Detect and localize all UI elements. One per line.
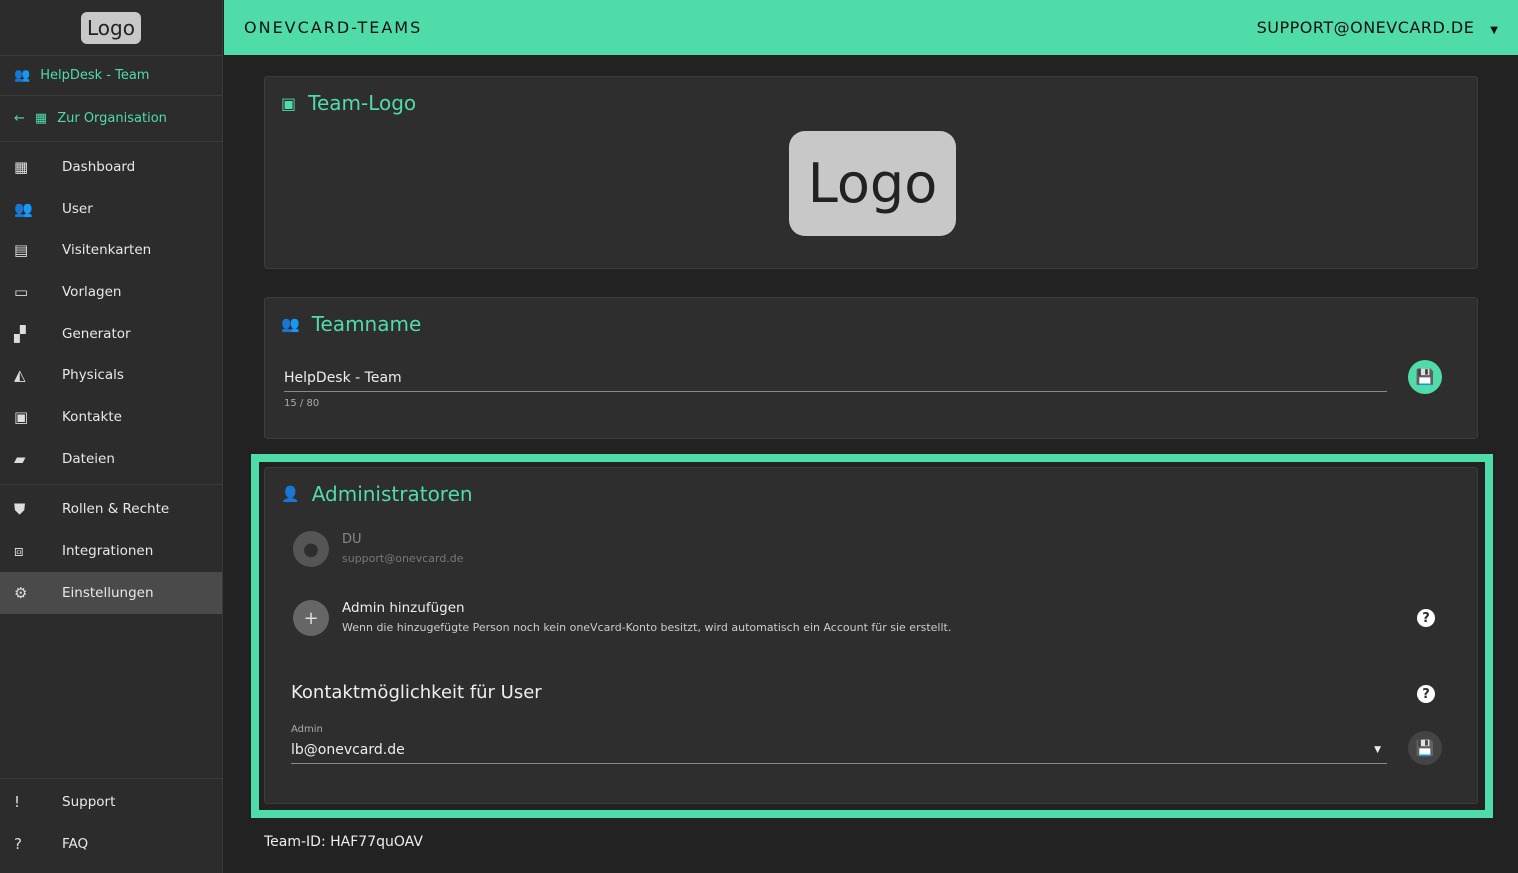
sidebar-item-generator[interactable]: ▞ Generator (0, 313, 222, 355)
label: Einstellungen (62, 584, 154, 601)
sidebar-item-einstellungen[interactable]: ⚙ Einstellungen (0, 571, 222, 614)
caret-down-icon: ▼ (1490, 25, 1498, 36)
team-logo-image[interactable]: Logo (789, 131, 956, 236)
card-title: Teamname (311, 312, 422, 336)
arrow-left-icon: ← (14, 111, 25, 126)
topbar: ONEVCARD-TEAMS SUPPORT@ONEVCARD.DE ▼ (224, 0, 1518, 55)
brand-logo: ONEVCARD-TEAMS (244, 18, 423, 37)
label: Vorlagen (62, 283, 122, 300)
label: Support (62, 794, 116, 811)
label: Kontakte (62, 408, 122, 425)
contacts-icon: ▣ (14, 407, 29, 426)
org-label: Zur Organisation (57, 111, 167, 126)
gear-icon: ⚙ (14, 583, 28, 602)
label: Physicals (62, 367, 124, 384)
sidebar-item-integrationen[interactable]: ⧈ Integrationen (0, 530, 222, 572)
sidebar-item-physicals[interactable]: ◭ Physicals (0, 354, 222, 396)
sidebar-item-rollen[interactable]: ⛊ Rollen & Rechte (0, 489, 222, 531)
team-icon: 👥 (14, 68, 31, 83)
sidebar-item-kontakte[interactable]: ▣ Kontakte (0, 396, 222, 438)
building-icon: ▦ (34, 111, 48, 126)
label: Visitenkarten (62, 242, 152, 259)
shield-icon: ⛊ (14, 500, 26, 519)
cards-icon: ▤ (14, 241, 29, 260)
feedback-icon: ! (14, 793, 21, 812)
template-icon: ▭ (14, 282, 29, 301)
sidebar-item-visitenkarten[interactable]: ▤ Visitenkarten (0, 229, 222, 271)
sidebar-item-faq[interactable]: ? FAQ (0, 823, 222, 865)
label: FAQ (62, 836, 89, 853)
teamname-card: 👥 Teamname HelpDesk - Team 15 / 80 💾 (264, 297, 1478, 439)
team-icon: 👥 (281, 315, 300, 333)
sidebar: Logo 👥 HelpDesk - Team ← ▦ Zur Organisation… (0, 0, 223, 873)
label: Rollen & Rechte (62, 501, 170, 518)
sidebar-item-vorlagen[interactable]: ▭ Vorlagen (0, 271, 222, 313)
label: Dashboard (62, 158, 136, 175)
widgets-icon: ▞ (14, 324, 26, 343)
integration-icon: ⧈ (14, 542, 24, 561)
back-to-organisation[interactable]: ← ▦ Zur Organisation (0, 96, 222, 142)
dashboard-icon: ▦ (14, 157, 29, 176)
help-icon: ? (14, 835, 22, 854)
sidebar-item-user[interactable]: 👥 User (0, 188, 222, 230)
sidebar-item-dateien[interactable]: ▰ Dateien (0, 438, 222, 480)
sidebar-item-dashboard[interactable]: ▦ Dashboard (0, 146, 222, 188)
divider (0, 483, 222, 485)
team-id: Team-ID: HAF77quOAV (264, 834, 423, 850)
teamname-input[interactable]: HelpDesk - Team (284, 370, 1387, 392)
logo: Logo (81, 11, 141, 44)
account-email: SUPPORT@ONEVCARD.DE (1256, 18, 1475, 37)
label: User (62, 200, 93, 217)
char-counter: 15 / 80 (284, 398, 320, 409)
card-title: Team-Logo (308, 91, 417, 115)
label: Generator (62, 325, 131, 342)
physicals-icon: ◭ (14, 366, 26, 385)
label: Integrationen (62, 543, 154, 560)
users-icon: 👥 (14, 199, 33, 218)
save-button[interactable]: 💾 (1408, 360, 1442, 394)
current-team[interactable]: 👥 HelpDesk - Team (0, 56, 222, 96)
team-logo-card: ▣ Team-Logo Logo (264, 76, 1478, 269)
sidebar-item-support[interactable]: ! Support (0, 782, 222, 824)
label: Dateien (62, 450, 115, 467)
account-menu[interactable]: SUPPORT@ONEVCARD.DE ▼ (1257, 18, 1498, 37)
folder-icon: ▰ (14, 449, 26, 468)
team-name: HelpDesk - Team (40, 68, 150, 83)
image-icon: ▣ (281, 93, 297, 113)
save-icon: 💾 (1415, 368, 1435, 386)
highlight-frame (251, 454, 1493, 818)
